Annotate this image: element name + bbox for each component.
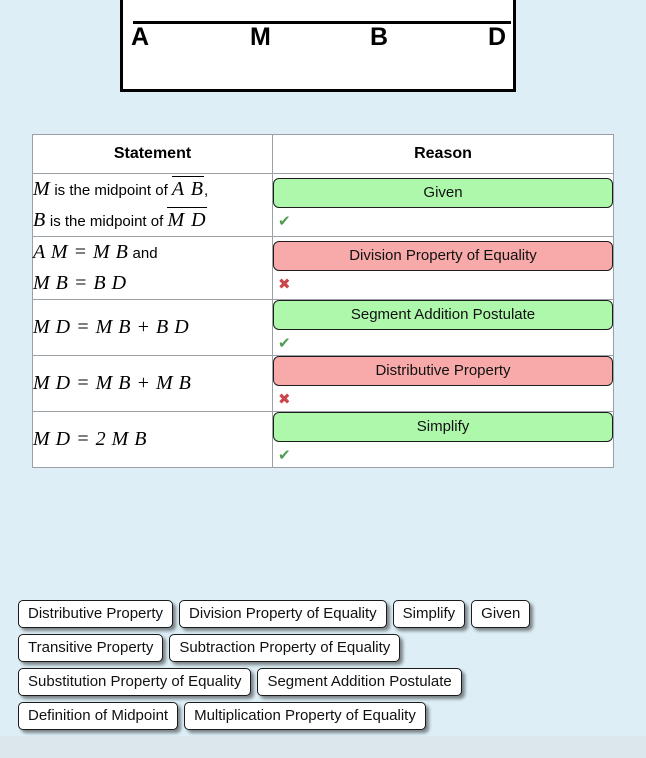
segment-line (133, 21, 511, 24)
math-expression: M D = 2 M B (33, 428, 147, 450)
statement-cell: M D = 2 M B (32, 411, 273, 468)
answer-bank-row: Substitution Property of Equality Segmen… (18, 668, 630, 696)
table-header-row: Statement Reason (32, 134, 614, 174)
answer-bank: Distributive Property Division Property … (18, 600, 630, 736)
reason-answer-chip[interactable]: Division Property of Equality (273, 240, 613, 271)
segment-notation: M D (167, 207, 207, 231)
statement-line: M D = M B + M B (33, 368, 272, 399)
statement-cell: A M = M B and M B = B D (32, 236, 273, 300)
answer-bank-chip[interactable]: Transitive Property (18, 634, 164, 662)
statement-cell: M is the midpoint of A B, B is the midpo… (32, 173, 273, 237)
statement-line: M D = 2 M B (33, 424, 272, 455)
statement-punctuation: , (203, 182, 209, 199)
table-row: M D = M B + B D Segment Addition Postula… (32, 299, 614, 356)
statement-line: M is the midpoint of A B, (33, 174, 272, 205)
correct-check-icon: ✔ (278, 211, 291, 230)
answer-bank-chip[interactable]: Division Property of Equality (179, 600, 387, 628)
math-expression: M B = B D (33, 272, 127, 294)
math-variable: M (33, 178, 51, 200)
point-label-m: M (250, 23, 271, 51)
answer-bank-chip[interactable]: Simplify (392, 600, 466, 628)
statement-text: and (128, 245, 158, 262)
answer-bank-chip[interactable]: Segment Addition Postulate (257, 668, 462, 696)
statement-line: A M = M B and (33, 237, 272, 268)
statement-line: M B = B D (33, 268, 272, 299)
reason-answer-chip[interactable]: Segment Addition Postulate (273, 300, 613, 330)
answer-bank-chip[interactable]: Distributive Property (18, 600, 174, 628)
math-expression: M D = M B + M B (33, 372, 192, 394)
reason-cell: Distributive Property ✖ (272, 355, 614, 412)
statement-line: M D = M B + B D (33, 312, 272, 343)
reason-cell: Given ✔ (272, 173, 614, 237)
segment-diagram: A M B D (120, 0, 516, 92)
statement-line: B is the midpoint of M D (33, 205, 272, 236)
incorrect-cross-icon: ✖ (278, 390, 291, 408)
answer-bank-row: Transitive Property Subtraction Property… (18, 634, 630, 662)
bottom-strip (0, 736, 646, 758)
table-row: M D = 2 M B Simplify ✔ (32, 411, 614, 468)
answer-bank-row: Distributive Property Division Property … (18, 600, 630, 628)
column-header-reason: Reason (272, 134, 614, 174)
reason-answer-chip[interactable]: Given (273, 177, 613, 208)
segment-notation: A B (171, 176, 204, 200)
statement-cell: M D = M B + B D (32, 299, 273, 356)
point-label-b: B (370, 23, 389, 51)
statement-cell: M D = M B + M B (32, 355, 273, 412)
answer-bank-chip[interactable]: Subtraction Property of Equality (169, 634, 401, 662)
statement-text: is the midpoint of (45, 213, 168, 230)
reason-answer-chip[interactable]: Simplify (273, 412, 613, 442)
math-expression: A M = M B (33, 241, 129, 263)
answer-bank-chip[interactable]: Definition of Midpoint (18, 702, 179, 730)
reason-cell: Division Property of Equality ✖ (272, 236, 614, 300)
answer-bank-chip[interactable]: Given (471, 600, 531, 628)
reason-cell: Segment Addition Postulate ✔ (272, 299, 614, 356)
correct-check-icon: ✔ (278, 334, 291, 352)
column-header-statement: Statement (32, 134, 273, 174)
table-row: M is the midpoint of A B, B is the midpo… (32, 173, 614, 237)
reason-cell: Simplify ✔ (272, 411, 614, 468)
table-row: A M = M B and M B = B D Division Propert… (32, 236, 614, 300)
answer-bank-chip[interactable]: Multiplication Property of Equality (184, 702, 426, 730)
correct-check-icon: ✔ (278, 446, 291, 464)
point-label-d: D (488, 23, 507, 51)
math-variable: B (33, 209, 46, 231)
statement-text: is the midpoint of (50, 182, 172, 199)
answer-bank-row: Definition of Midpoint Multiplication Pr… (18, 702, 630, 730)
table-row: M D = M B + M B Distributive Property ✖ (32, 355, 614, 412)
reason-answer-chip[interactable]: Distributive Property (273, 356, 613, 386)
proof-table: Statement Reason M is the midpoint of A … (32, 134, 614, 468)
answer-bank-chip[interactable]: Substitution Property of Equality (18, 668, 252, 696)
math-expression: M D = M B + B D (33, 316, 190, 338)
point-label-a: A (131, 23, 150, 51)
incorrect-cross-icon: ✖ (278, 274, 291, 293)
